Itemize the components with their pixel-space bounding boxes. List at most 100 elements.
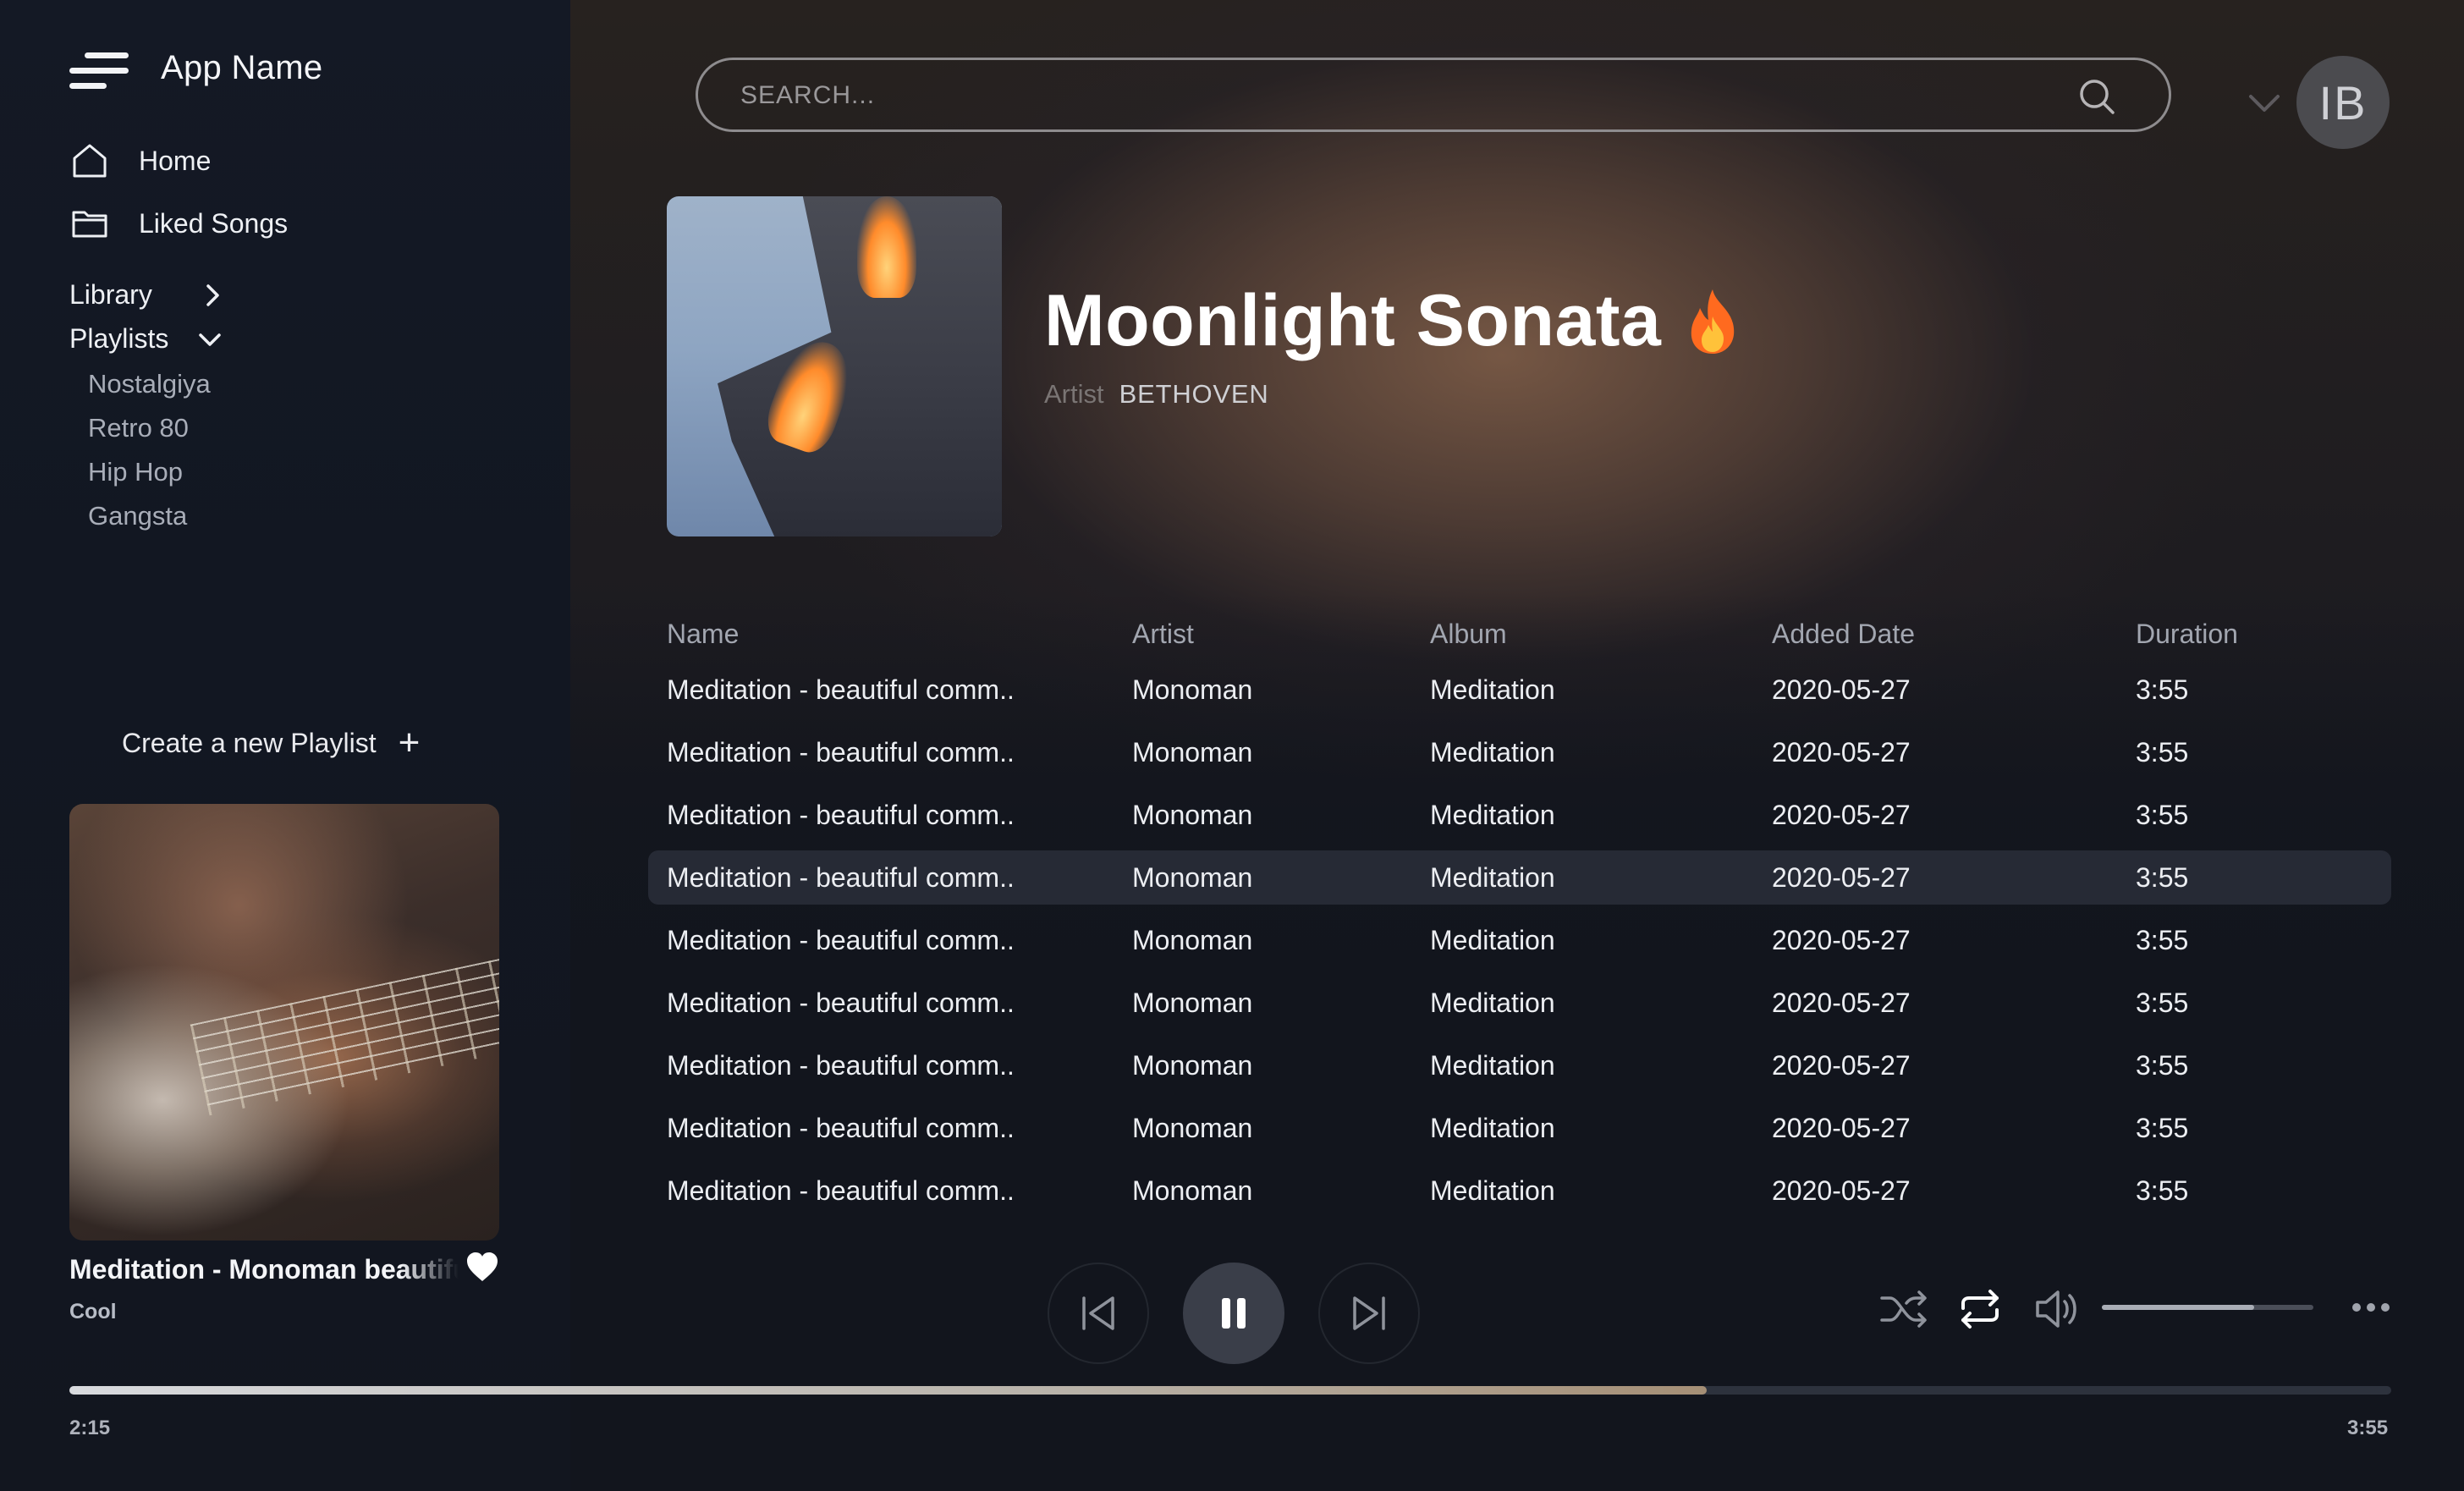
cell-album: Meditation xyxy=(1430,674,1555,705)
next-button[interactable] xyxy=(1318,1263,1420,1364)
chevron-right-icon xyxy=(206,283,219,306)
cell-album: Meditation xyxy=(1430,799,1555,830)
elapsed-time: 2:15 xyxy=(69,1417,111,1439)
create-playlist-label: Create a new Playlist xyxy=(122,727,377,758)
repeat-icon[interactable] xyxy=(1956,1286,2004,1332)
nav-home[interactable]: Home xyxy=(69,137,211,184)
more-options-button[interactable] xyxy=(2352,1296,2393,1318)
cell-album: Meditation xyxy=(1430,1175,1555,1206)
playlists-section[interactable]: Playlists xyxy=(69,323,223,355)
library-label: Library xyxy=(69,279,152,310)
cell-added-date: 2020-05-27 xyxy=(1772,1049,1911,1081)
table-row[interactable]: Meditation - beautiful comm.. Monoman Medi… xyxy=(648,721,2391,784)
menu-icon[interactable] xyxy=(69,49,129,93)
nav-liked-songs[interactable]: Liked Songs xyxy=(69,200,288,247)
progress-fill xyxy=(69,1386,1707,1395)
app-name: App Name xyxy=(161,49,323,86)
shuffle-icon[interactable] xyxy=(1878,1288,1929,1330)
cell-name: Meditation - beautiful comm.. xyxy=(667,674,1015,705)
volume-level xyxy=(2102,1305,2254,1310)
cell-added-date: 2020-05-27 xyxy=(1772,861,1911,893)
home-icon xyxy=(73,144,107,178)
search-icon[interactable] xyxy=(2076,75,2118,118)
heart-icon[interactable] xyxy=(465,1251,499,1283)
chevron-down-icon xyxy=(199,333,222,346)
cell-name: Meditation - beautiful comm.. xyxy=(667,987,1015,1018)
table-row[interactable]: Meditation - beautiful comm.. Monoman Medi… xyxy=(648,850,2391,905)
playlist-item[interactable]: Hip Hop xyxy=(88,457,183,487)
skip-previous-icon xyxy=(1082,1296,1114,1330)
song-title: Moonlight Sonata xyxy=(1044,280,1662,361)
plus-icon: + xyxy=(398,722,421,763)
now-playing-title: Meditation - Monoman beautiful xyxy=(69,1254,459,1285)
dot xyxy=(2367,1303,2375,1312)
cell-duration: 3:55 xyxy=(2136,924,2189,955)
playlist-item[interactable]: Nostalgiya xyxy=(88,369,211,399)
cell-artist: Monoman xyxy=(1132,987,1253,1018)
tracks-table: Name Artist Album Added Date Duration Me… xyxy=(648,609,2391,1222)
avatar[interactable]: IB xyxy=(2296,56,2390,149)
search-input[interactable] xyxy=(740,75,2010,116)
progress-bar[interactable] xyxy=(69,1386,2391,1395)
playlist-item[interactable]: Gangsta xyxy=(88,501,187,531)
cell-name: Meditation - beautiful comm.. xyxy=(667,799,1015,830)
cell-name: Meditation - beautiful comm.. xyxy=(667,1049,1015,1081)
cell-name: Meditation - beautiful comm.. xyxy=(667,736,1015,768)
table-row[interactable]: Meditation - beautiful comm.. Monoman Medi… xyxy=(648,658,2391,721)
column-header-album[interactable]: Album xyxy=(1430,619,1772,650)
cell-added-date: 2020-05-27 xyxy=(1772,1112,1911,1143)
cell-added-date: 2020-05-27 xyxy=(1772,987,1911,1018)
artist-name[interactable]: BETHOVEN xyxy=(1119,379,1269,410)
chevron-down-icon[interactable] xyxy=(2246,85,2283,122)
table-header: Name Artist Album Added Date Duration xyxy=(648,609,2391,658)
album-cover xyxy=(667,196,1002,536)
cell-artist: Monoman xyxy=(1132,861,1253,893)
fire-icon xyxy=(1691,289,1735,354)
cell-artist: Monoman xyxy=(1132,799,1253,830)
search-bar[interactable] xyxy=(696,58,2171,132)
cell-artist: Monoman xyxy=(1132,924,1253,955)
cell-added-date: 2020-05-27 xyxy=(1772,924,1911,955)
cell-duration: 3:55 xyxy=(2136,799,2189,830)
previous-button[interactable] xyxy=(1048,1263,1149,1364)
now-playing-subtitle: Cool xyxy=(69,1300,117,1323)
cell-artist: Monoman xyxy=(1132,674,1253,705)
table-row[interactable]: Meditation - beautiful comm.. Monoman Medi… xyxy=(648,1034,2391,1097)
cell-duration: 3:55 xyxy=(2136,736,2189,768)
cell-album: Meditation xyxy=(1430,861,1555,893)
artist-line: Artist BETHOVEN xyxy=(1044,379,1269,410)
column-header-added-date[interactable]: Added Date xyxy=(1772,619,2136,650)
cell-name: Meditation - beautiful comm.. xyxy=(667,1112,1015,1143)
create-playlist-button[interactable]: Create a new Playlist + xyxy=(122,724,420,762)
cell-duration: 3:55 xyxy=(2136,1049,2189,1081)
nav-home-label: Home xyxy=(139,145,212,176)
pause-button[interactable] xyxy=(1183,1263,1284,1364)
library-section[interactable]: Library xyxy=(69,279,225,311)
cell-artist: Monoman xyxy=(1132,1049,1253,1081)
column-header-duration[interactable]: Duration xyxy=(2136,619,2373,650)
pause-icon xyxy=(1222,1298,1246,1329)
volume-icon[interactable] xyxy=(2034,1286,2082,1332)
volume-slider[interactable] xyxy=(2102,1305,2313,1310)
column-header-artist[interactable]: Artist xyxy=(1132,619,1430,650)
cell-added-date: 2020-05-27 xyxy=(1772,1175,1911,1206)
table-row[interactable]: Meditation - beautiful comm.. Monoman Medi… xyxy=(648,1159,2391,1222)
table-row[interactable]: Meditation - beautiful comm.. Monoman Medi… xyxy=(648,909,2391,971)
cell-added-date: 2020-05-27 xyxy=(1772,736,1911,768)
cell-duration: 3:55 xyxy=(2136,861,2189,893)
page-title: Moonlight Sonata xyxy=(1044,279,1741,363)
column-header-name[interactable]: Name xyxy=(667,619,1132,650)
skip-next-icon xyxy=(1353,1296,1385,1330)
total-duration: 3:55 xyxy=(2347,1417,2389,1439)
cell-name: Meditation - beautiful comm.. xyxy=(667,1175,1015,1206)
table-row[interactable]: Meditation - beautiful comm.. Monoman Medi… xyxy=(648,1097,2391,1159)
playlist-item[interactable]: Retro 80 xyxy=(88,413,189,443)
cell-album: Meditation xyxy=(1430,1049,1555,1081)
cell-added-date: 2020-05-27 xyxy=(1772,674,1911,705)
cell-album: Meditation xyxy=(1430,1112,1555,1143)
cell-album: Meditation xyxy=(1430,924,1555,955)
table-row[interactable]: Meditation - beautiful comm.. Monoman Medi… xyxy=(648,971,2391,1034)
nav-liked-songs-label: Liked Songs xyxy=(139,207,289,239)
now-playing-cover[interactable] xyxy=(69,804,499,1241)
table-row[interactable]: Meditation - beautiful comm.. Monoman Medi… xyxy=(648,784,2391,846)
